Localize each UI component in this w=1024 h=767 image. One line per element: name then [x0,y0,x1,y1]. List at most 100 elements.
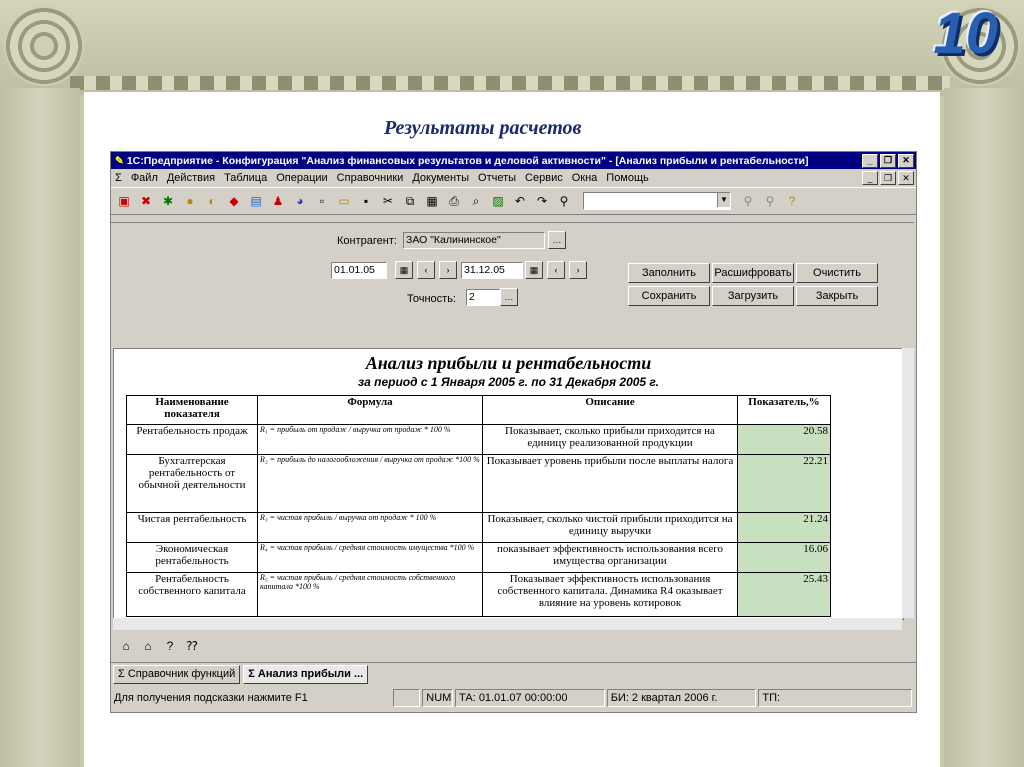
paste-icon[interactable]: ▦ [423,192,441,210]
help-icon[interactable]: ? [161,637,179,655]
person-icon[interactable]: ♟ [269,192,287,210]
doc-close-button[interactable]: ✕ [898,171,914,185]
open-icon[interactable]: ▭ [335,192,353,210]
search-combo[interactable]: ▼ [583,192,731,210]
lock-open-icon[interactable]: ⌂ [117,637,135,655]
chart-icon[interactable]: ▤ [247,192,265,210]
report-table: Наименование показателя Формула Описание… [126,395,831,617]
coin2-icon[interactable]: ◐ [203,192,221,210]
calendar-to-icon[interactable]: ▦ [525,261,543,279]
task-profit-analysis[interactable]: Σ Анализ прибыли ... [243,664,369,684]
status-bar: Для получения подсказки нажмите F1 NUM Т… [111,688,914,708]
menu-table[interactable]: Таблица [224,172,267,184]
whats-this-icon[interactable]: ⁇ [183,637,201,655]
calendar-from-icon[interactable]: ▦ [395,261,413,279]
row-description: Показывает, сколько чистой прибыли прихо… [482,512,738,543]
row-value[interactable]: 16.06 [737,542,831,573]
row-value[interactable]: 22.21 [737,454,831,513]
save-button[interactable]: Сохранить [628,286,710,306]
accounts-icon[interactable]: ✱ [159,192,177,210]
menu-windows[interactable]: Окна [572,172,598,184]
report-icon[interactable]: ◆ [225,192,243,210]
row-description: Показывает, сколько прибыли приходится н… [482,424,738,455]
vertical-scrollbar[interactable] [902,348,914,618]
row-value[interactable]: 20.58 [737,424,831,455]
row-name: Рентабельность собственного капитала [126,572,258,617]
table-row[interactable]: Чистая рентабельность R₃ = чистая прибыл… [126,512,831,543]
menu-documents[interactable]: Документы [412,172,469,184]
bottom-toolbar: ⌂ ⌂ ? ⁇ [111,634,920,658]
coin-icon[interactable]: ● [181,192,199,210]
load-button[interactable]: Загрузить [712,286,794,306]
save-icon[interactable]: ▪ [357,192,375,210]
report-sheet[interactable]: Анализ прибыли и рентабельности за перио… [113,348,904,620]
status-empty [393,689,421,707]
close-form-button[interactable]: Закрыть [796,286,878,306]
cut-icon[interactable]: ✂ [379,192,397,210]
period-forward-button[interactable]: › [439,261,457,279]
print-icon[interactable]: ⎙ [445,192,463,210]
chevron-down-icon[interactable]: ▼ [717,193,730,207]
doc-menu-icon[interactable]: Σ [115,172,122,184]
left-volute-decoration [4,6,84,86]
table-row[interactable]: Экономическая рентабельность R₄ = чистая… [126,542,831,573]
undo-icon[interactable]: ↶ [511,192,529,210]
context-help-icon[interactable]: ? [783,192,801,210]
period-back-button[interactable]: ‹ [417,261,435,279]
table-row[interactable]: Рентабельность продаж R₁ = прибыль от пр… [126,424,831,455]
menu-help[interactable]: Помощь [606,172,649,184]
restore-button[interactable]: ❐ [880,153,896,168]
table-row[interactable]: Бухгалтерская рентабельность от обычной … [126,454,831,513]
row-name: Чистая рентабельность [126,512,258,543]
toolbar: ▣ ✖ ✱ ● ◐ ◆ ▤ ♟ ◕ ▫ ▭ ▪ ✂ ⧉ ▦ ⎙ ⌕ ▨ ↶ ↷ … [111,187,916,215]
menu-reports[interactable]: Отчеты [478,172,516,184]
new-icon[interactable]: ▫ [313,192,331,210]
precision-select-button[interactable]: … [500,288,518,306]
menu-bar: Σ Файл Действия Таблица Операции Справоч… [111,169,916,187]
period-back2-button[interactable]: ‹ [547,261,565,279]
row-value[interactable]: 21.24 [737,512,831,543]
redo-icon[interactable]: ↷ [533,192,551,210]
menu-file[interactable]: Файл [131,172,158,184]
fill-button[interactable]: Заполнить [628,263,710,283]
table-row[interactable]: Рентабельность собственного капитала R₅ … [126,572,831,617]
contragent-field[interactable]: ЗАО "Калининское" [403,232,545,249]
doc-minimize-button[interactable]: _ [862,171,878,185]
date-to-field[interactable]: 31.12.05 [461,262,523,279]
date-from-field[interactable]: 01.01.05 [331,262,387,279]
precision-label: Точность: [407,293,456,305]
menu-references[interactable]: Справочники [337,172,404,184]
horizontal-scrollbar[interactable] [113,618,902,630]
task-functions-reference[interactable]: Σ Справочник функций [113,664,241,684]
precision-field[interactable]: 2 [466,289,500,306]
row-description: Показывает уровень прибыли после выплаты… [482,454,738,513]
contragent-select-button[interactable]: … [548,231,566,249]
close-button[interactable]: ✕ [898,153,914,168]
operations-icon[interactable]: ✖ [137,192,155,210]
row-value[interactable]: 25.43 [737,572,831,617]
minimize-button[interactable]: _ [862,153,878,168]
clear-button[interactable]: Очистить [796,263,878,283]
row-formula: R₂ = прибыль до налогообложения / выручк… [257,454,483,513]
lock-icon[interactable]: ⌂ [139,637,157,655]
table-header: Наименование показателя Формула Описание… [126,395,831,425]
find-next-icon[interactable]: ⚲ [739,192,757,210]
doc-restore-button[interactable]: ❐ [880,171,896,185]
status-ta: ТА: 01.01.07 00:00:00 [455,689,605,707]
decode-button[interactable]: Расшифровать [712,263,794,283]
journal-icon[interactable]: ▣ [115,192,133,210]
menu-service[interactable]: Сервис [525,172,563,184]
report-title: Анализ прибыли и рентабельности [365,353,652,373]
find-icon[interactable]: ⚲ [555,192,573,210]
app-logo-icon: ✎ [115,154,124,167]
calc-icon[interactable]: ◕ [291,192,309,210]
menu-operations[interactable]: Операции [276,172,327,184]
period-forward2-button[interactable]: › [569,261,587,279]
row-formula: R₄ = чистая прибыль / средняя стоимость … [257,542,483,573]
replace-icon[interactable]: ⚲ [761,192,779,210]
preview-icon[interactable]: ⌕ [467,192,485,210]
menu-actions[interactable]: Действия [167,172,215,184]
help-book-icon[interactable]: ▨ [489,192,507,210]
right-pillar [944,88,1024,767]
copy-icon[interactable]: ⧉ [401,192,419,210]
